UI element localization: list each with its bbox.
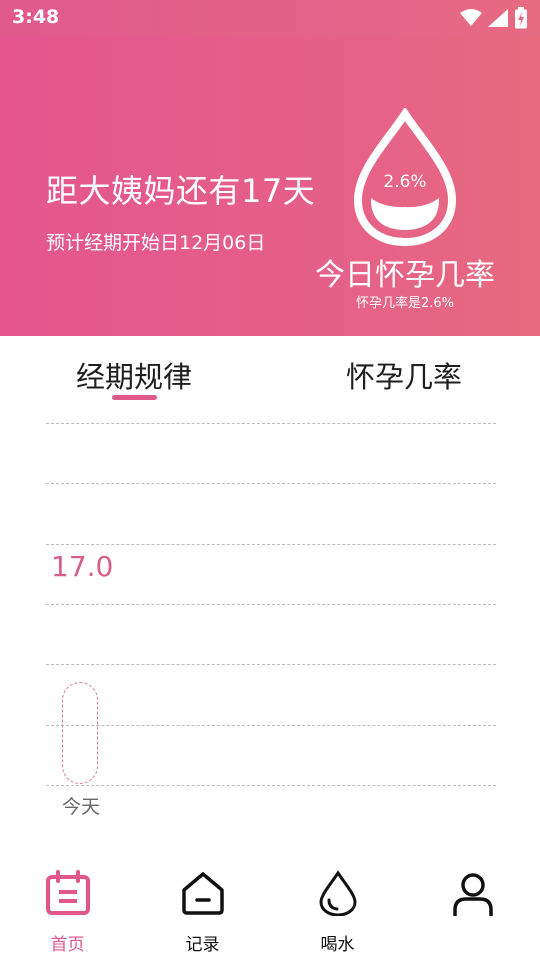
tab-indicator <box>112 395 157 400</box>
battery-icon <box>515 7 527 29</box>
pregnancy-subtitle: 怀孕几率是2.6% <box>355 296 455 311</box>
today-marker[interactable] <box>62 682 98 784</box>
signal-icon <box>488 9 508 27</box>
grid-line <box>46 725 496 726</box>
grid-line <box>46 664 496 665</box>
status-time: 3:48 <box>12 6 60 28</box>
drop-percent: 2.6% <box>383 172 427 192</box>
bottom-nav: 首页 记录 喝水 <box>0 860 540 960</box>
grid-line <box>46 423 496 424</box>
header-banner: 距大姨妈还有17天 预计经期开始日12月06日 2.6% 今日怀孕几率 怀孕几率… <box>0 36 540 336</box>
status-bar: 3:48 <box>0 0 540 36</box>
tab-pregnancy-chance[interactable]: 怀孕几率 <box>346 354 462 396</box>
period-countdown: 距大姨妈还有17天 <box>46 172 316 210</box>
nav-home[interactable]: 首页 <box>0 860 135 960</box>
pregnancy-title: 今日怀孕几率 <box>315 258 495 293</box>
status-icons <box>460 6 528 30</box>
cycle-chart: 17.0 今天 <box>0 406 540 846</box>
today-label: 今天 <box>62 796 101 818</box>
nav-record[interactable]: 记录 <box>135 860 270 960</box>
grid-line <box>46 604 496 605</box>
nav-label: 喝水 <box>320 935 355 955</box>
water-drop-icon <box>319 870 357 916</box>
grid-line <box>46 483 496 484</box>
nav-label: 首页 <box>50 935 85 955</box>
wifi-icon <box>460 9 482 26</box>
grid-line <box>46 544 496 545</box>
user-icon <box>453 873 493 916</box>
calendar-icon <box>46 870 90 915</box>
nav-profile[interactable] <box>405 860 540 960</box>
nav-water[interactable]: 喝水 <box>270 860 405 960</box>
tab-cycle-pattern[interactable]: 经期规律 <box>76 354 192 396</box>
chart-value-label: 17.0 <box>51 550 114 583</box>
nav-label: 记录 <box>185 935 220 955</box>
grid-line <box>46 785 496 786</box>
home-record-icon <box>182 872 224 915</box>
next-period-date: 预计经期开始日12月06日 <box>46 232 266 254</box>
tab-bar: 经期规律 怀孕几率 <box>0 336 540 406</box>
